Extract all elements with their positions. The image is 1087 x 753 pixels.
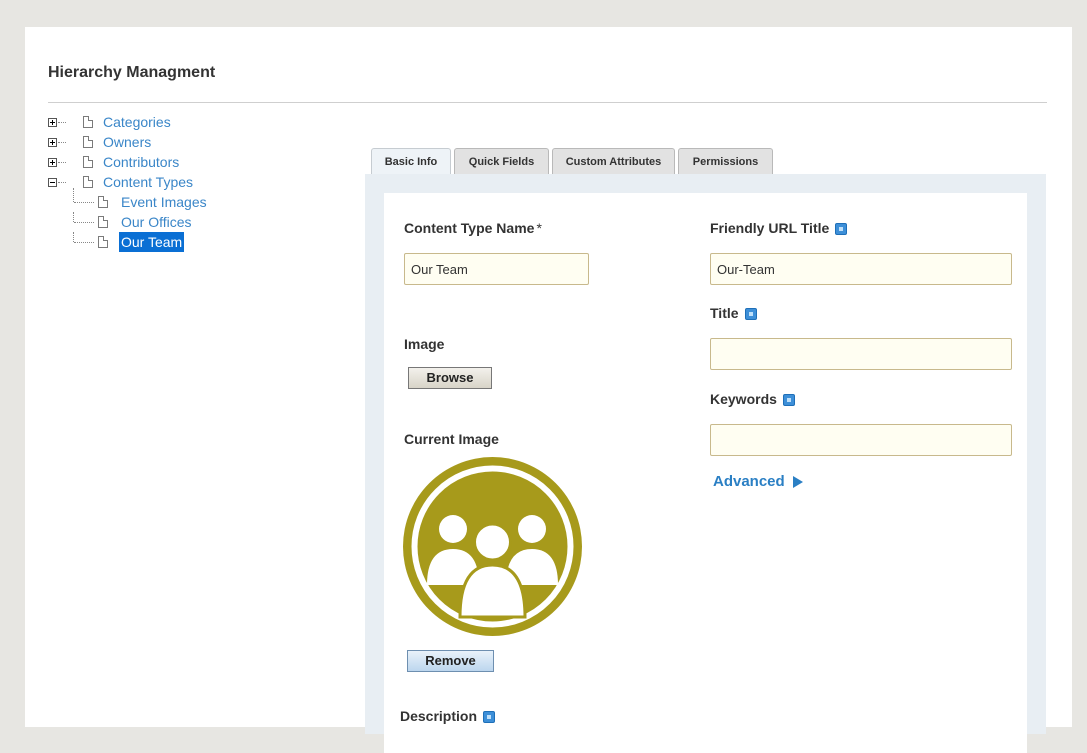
tree-item-label[interactable]: Owners — [103, 132, 151, 152]
document-icon — [98, 216, 108, 228]
advanced-label[interactable]: Advanced — [713, 473, 785, 490]
title-input[interactable] — [710, 338, 1012, 370]
document-icon — [83, 116, 93, 128]
friendly-url-input[interactable] — [710, 253, 1012, 285]
expand-icon[interactable] — [48, 118, 57, 127]
title-label-text: Title — [710, 305, 739, 321]
tree-connector — [73, 212, 74, 222]
title-divider — [48, 102, 1047, 103]
document-icon — [98, 196, 108, 208]
tree-item-label[interactable]: Our Offices — [121, 212, 192, 232]
keywords-label: Keywords — [710, 391, 795, 407]
tree-connector — [58, 142, 66, 143]
tab-basic-info[interactable]: Basic Info — [371, 148, 451, 175]
tree-item-label[interactable]: Event Images — [121, 192, 207, 212]
tree-connector — [73, 188, 74, 202]
tree-item-label-selected[interactable]: Our Team — [119, 232, 185, 252]
friendly-url-label: Friendly URL Title — [710, 220, 848, 236]
advanced-link[interactable]: Advanced — [713, 473, 803, 490]
required-marker: * — [536, 220, 542, 236]
arrow-right-icon — [792, 476, 803, 489]
document-icon — [83, 176, 93, 188]
info-icon[interactable] — [744, 308, 757, 321]
content-type-name-input[interactable] — [404, 253, 589, 285]
description-label-text: Description — [400, 708, 478, 724]
document-icon — [83, 136, 93, 148]
tab-permissions[interactable]: Permissions — [678, 148, 773, 174]
keywords-label-text: Keywords — [710, 391, 777, 407]
tree-connector — [74, 222, 94, 223]
collapse-icon[interactable] — [48, 178, 57, 187]
content-type-name-label-text: Content Type Name — [404, 220, 535, 236]
tree-item-label[interactable]: Categories — [103, 112, 171, 132]
tree-item-label[interactable]: Content Types — [103, 172, 193, 192]
page-title: Hierarchy Managment — [48, 64, 216, 81]
document-icon — [83, 156, 93, 168]
keywords-input[interactable] — [710, 424, 1012, 456]
team-image — [403, 457, 582, 636]
tree-item-label[interactable]: Contributors — [103, 152, 179, 172]
form-area: Content Type Name* Image Browse Current … — [384, 193, 1027, 753]
current-image-label: Current Image — [404, 431, 499, 447]
browse-button[interactable]: Browse — [408, 367, 492, 389]
expand-icon[interactable] — [48, 158, 57, 167]
tree-connector — [74, 242, 94, 243]
document-icon — [98, 236, 108, 248]
info-icon[interactable] — [835, 223, 848, 236]
info-icon[interactable] — [483, 711, 496, 724]
tree-connector — [58, 122, 66, 123]
tree-connector — [58, 162, 66, 163]
remove-button[interactable]: Remove — [407, 650, 494, 672]
expand-icon[interactable] — [48, 138, 57, 147]
tab-panel: Content Type Name* Image Browse Current … — [365, 174, 1046, 753]
tree-connector — [58, 182, 66, 183]
content-type-name-label: Content Type Name * — [404, 220, 542, 236]
image-label: Image — [404, 336, 445, 352]
tree-connector — [74, 202, 94, 203]
description-label: Description — [400, 708, 496, 724]
friendly-url-label-text: Friendly URL Title — [710, 220, 830, 236]
info-icon[interactable] — [782, 394, 795, 407]
tab-quick-fields[interactable]: Quick Fields — [454, 148, 549, 174]
title-label: Title — [710, 305, 757, 321]
page-container: Hierarchy Managment Categories Owners Co… — [25, 27, 1072, 753]
tab-custom-attributes[interactable]: Custom Attributes — [552, 148, 675, 174]
tree-connector — [73, 232, 74, 242]
